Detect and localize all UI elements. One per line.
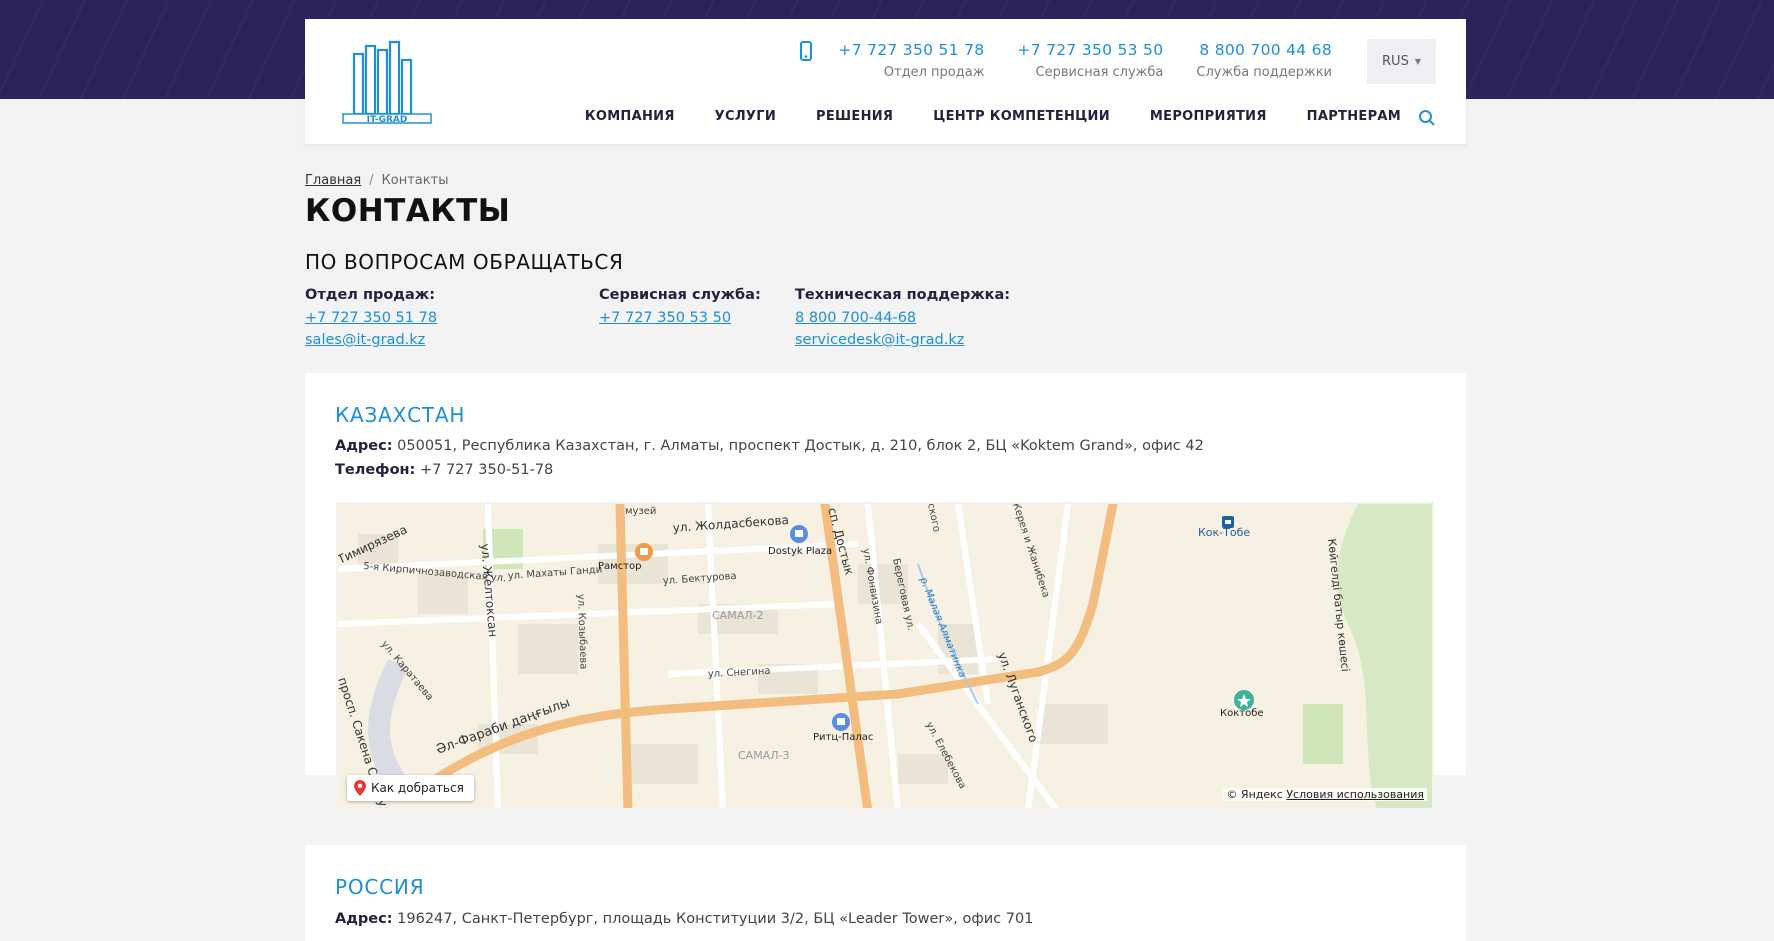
phone-sales: +7 727 350 51 78 Отдел продаж	[838, 41, 984, 80]
contact-service: Сервисная служба: +7 727 350 53 50	[599, 287, 761, 332]
it-grad-logo[interactable]: IT-GRAD	[342, 40, 433, 124]
nav-solutions[interactable]: РЕШЕНИЯ	[816, 109, 893, 124]
caret-down-icon: ▼	[1414, 57, 1421, 66]
phone-service: +7 727 350 53 50 Сервисная служба	[1017, 41, 1163, 80]
yandex-map[interactable]: музей ул. Жолдасбекова Dostyk Plaza сп. …	[336, 502, 1434, 810]
map-copyright: © Яндекс Условия использования	[1223, 788, 1427, 801]
map-marker-koktobe[interactable]	[1234, 690, 1254, 710]
map-marker-ritz[interactable]	[832, 713, 850, 731]
phone-label: Телефон:	[335, 462, 416, 478]
breadcrumb: Главная / Контакты	[305, 173, 448, 188]
header-phones: +7 727 350 51 78 Отдел продаж +7 727 350…	[796, 41, 1332, 80]
phone-support: 8 800 700 44 68 Служба поддержки	[1196, 41, 1332, 80]
map-marker-kok-tobe-cable[interactable]	[1222, 516, 1234, 528]
contact-service-label: Сервисная служба:	[599, 287, 761, 303]
search-icon[interactable]	[1418, 109, 1436, 127]
route-button[interactable]: Как добраться	[347, 775, 474, 801]
address-value: 050051, Республика Казахстан, г. Алматы,…	[397, 438, 1204, 454]
nav-partners[interactable]: ПАРТНЕРАМ	[1307, 109, 1401, 124]
map-label-museum: музей	[625, 506, 656, 517]
contact-support-email[interactable]: servicedesk@it-grad.kz	[795, 332, 1010, 348]
site-header: IT-GRAD +7 727 350 51 78 Отдел продаж +7…	[305, 19, 1466, 144]
address-value: 196247, Санкт-Петербург, площадь Констит…	[397, 911, 1034, 927]
contact-support-label: Техническая поддержка:	[795, 287, 1011, 303]
nav-events[interactable]: МЕРОПРИЯТИЯ	[1150, 109, 1267, 124]
phone-sales-link[interactable]: +7 727 350 51 78	[838, 41, 984, 59]
office-phone-kz: Телефон: +7 727 350-51-78	[335, 462, 553, 478]
phone-service-link[interactable]: +7 727 350 53 50	[1017, 41, 1163, 59]
breadcrumb-current: Контакты	[381, 173, 449, 188]
route-button-label: Как добраться	[371, 781, 464, 795]
phone-service-caption: Сервисная служба	[1035, 65, 1164, 80]
page-title: КОНТАКТЫ	[305, 193, 511, 229]
breadcrumb-home[interactable]: Главная	[305, 173, 361, 188]
map-marker-ramstor[interactable]	[635, 543, 653, 561]
nav-company[interactable]: КОМПАНИЯ	[585, 109, 675, 124]
office-country-ru: РОССИЯ	[335, 875, 425, 899]
map-pin-icon	[354, 780, 366, 796]
contact-support: Техническая поддержка: 8 800 700-44-68 s…	[795, 287, 1010, 354]
main-nav: КОМПАНИЯ УСЛУГИ РЕШЕНИЯ ЦЕНТР КОМПЕТЕНЦИ…	[545, 109, 1401, 124]
address-label: Адрес:	[335, 438, 393, 454]
contact-sales-phone[interactable]: +7 727 350 51 78	[305, 310, 437, 326]
map-marker-dostyk-plaza[interactable]	[790, 525, 808, 543]
address-label: Адрес:	[335, 911, 393, 927]
contact-sales-email[interactable]: sales@it-grad.kz	[305, 332, 437, 348]
contact-service-phone[interactable]: +7 727 350 53 50	[599, 310, 761, 326]
map-canvas[interactable]: музей ул. Жолдасбекова Dostyk Plaza сп. …	[338, 504, 1434, 810]
breadcrumb-separator: /	[369, 173, 374, 188]
phone-sales-caption: Отдел продаж	[883, 65, 985, 80]
language-label: RUS	[1382, 54, 1409, 69]
office-card-russia: РОССИЯ Адрес: 196247, Санкт-Петербург, п…	[305, 845, 1466, 941]
logo-wordmark: IT-GRAD	[367, 115, 408, 124]
map-label-samal2: САМАЛ-2	[712, 609, 763, 622]
office-address-ru: Адрес: 196247, Санкт-Петербург, площадь …	[335, 911, 1033, 927]
map-label-ritz: Ритц-Палас	[813, 732, 873, 743]
phone-support-caption: Служба поддержки	[1196, 65, 1332, 80]
phone-support-link[interactable]: 8 800 700 44 68	[1196, 41, 1332, 59]
office-country-kz: КАЗАХСТАН	[335, 403, 466, 427]
contact-sales-label: Отдел продаж:	[305, 287, 436, 303]
contact-support-phone[interactable]: 8 800 700-44-68	[795, 310, 1010, 326]
phone-value: +7 727 350-51-78	[419, 462, 554, 478]
map-copyright-text: © Яндекс	[1226, 788, 1283, 801]
nav-competence-center[interactable]: ЦЕНТР КОМПЕТЕНЦИИ	[933, 109, 1110, 124]
mobile-phone-icon	[800, 41, 813, 61]
contacts-section-title: ПО ВОПРОСАМ ОБРАЩАТЬСЯ	[305, 250, 624, 274]
map-label-dostyk-plaza: Dostyk Plaza	[768, 546, 832, 557]
contact-sales: Отдел продаж: +7 727 350 51 78 sales@it-…	[305, 287, 437, 354]
map-terms-link[interactable]: Условия использования	[1286, 788, 1424, 801]
nav-services[interactable]: УСЛУГИ	[715, 109, 776, 124]
office-address-kz: Адрес: 050051, Республика Казахстан, г. …	[335, 438, 1204, 454]
language-selector[interactable]: RUS ▼	[1367, 39, 1436, 84]
map-label-samal3: САМАЛ-3	[738, 749, 789, 762]
map-label-ramstor: Рамстор	[598, 561, 642, 572]
